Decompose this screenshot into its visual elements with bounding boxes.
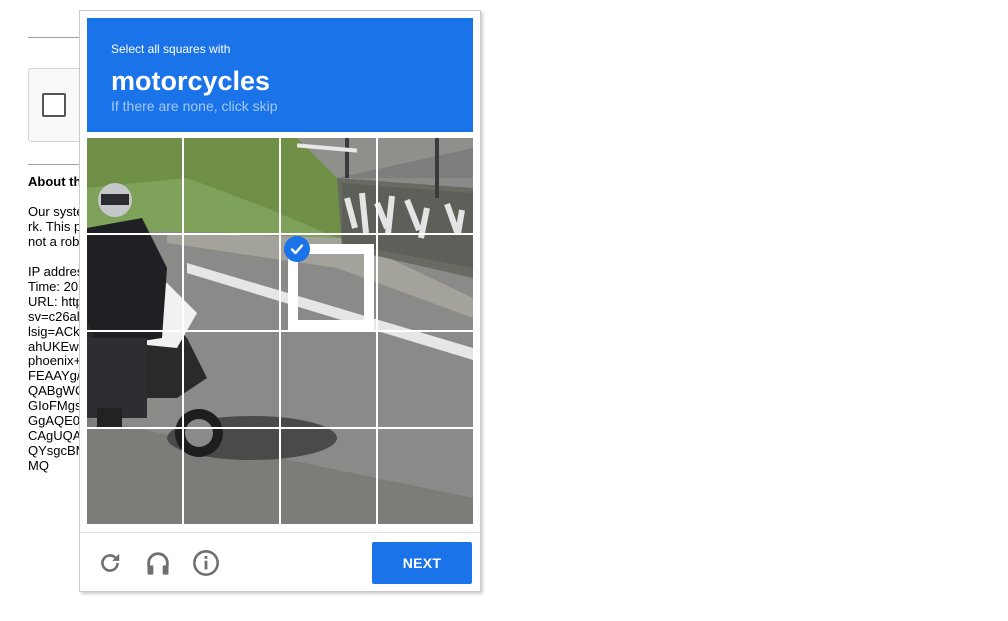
reload-icon [101,553,120,572]
audio-icon [147,552,169,575]
info-line: FEAAYg/ [28,368,80,384]
instruction-text: Select all squares with [111,42,231,56]
grid-tile-9[interactable] [87,332,183,428]
captcha-challenge-popup: Select all squares with motorcycles If t… [79,10,481,592]
challenge-header: Select all squares with motorcycles If t… [87,18,473,132]
audio-challenge-button[interactable] [143,548,173,578]
grid-tile-12[interactable] [378,332,473,428]
grid-tile-13[interactable] [87,429,183,524]
grid-line [87,330,473,332]
info-line: phoenix+ [28,353,80,369]
skip-hint: If there are none, click skip [111,98,278,114]
grid-tile-6[interactable] [184,235,280,331]
about-heading: About th [28,175,80,189]
grid-line [87,427,473,429]
info-line: GgAQE0 [28,413,80,429]
next-button[interactable]: NEXT [372,542,472,584]
image-grid [87,138,473,524]
info-line: Time: 20 [28,278,79,294]
grid-tile-1[interactable] [87,138,183,234]
info-icon [193,550,219,576]
footer-divider [80,532,480,533]
grid-tile-8[interactable] [378,235,473,331]
im-not-a-robot-checkbox[interactable] [42,93,66,117]
checkmark-icon [284,236,310,262]
info-line: IP addres [28,265,80,279]
paragraph-line: Our syste [28,205,80,219]
grid-line [87,233,473,235]
grid-tile-14[interactable] [184,429,280,524]
grid-tile-10[interactable] [184,332,280,428]
grid-tile-2[interactable] [184,138,280,234]
grid-tile-16[interactable] [378,429,473,524]
info-line: GIoFMgs [28,398,80,414]
grid-tile-15[interactable] [281,429,377,524]
info-line: MQ [28,457,49,473]
target-object-label: motorcycles [111,66,271,96]
info-line: lsig=ACk [28,323,80,339]
info-line: sv=c26al [28,308,80,324]
info-line: CAgUQA [28,427,80,443]
info-line: URL: http [28,293,80,309]
grid-tile-4[interactable] [378,138,473,234]
reload-challenge-button[interactable] [95,548,125,578]
paragraph-line: rk. This p [28,218,80,234]
info-line: QABgWC [28,383,80,399]
grid-tile-5[interactable] [87,235,183,331]
about-paragraph: Our syste rk. This p not a rob [28,205,80,250]
info-line: ahUKEw [28,338,79,354]
grid-tile-3[interactable] [281,138,377,234]
grid-tile-11[interactable] [281,332,377,428]
info-line: QYsgcBM [28,442,80,458]
help-button[interactable] [191,548,221,578]
paragraph-line: not a rob [28,233,80,249]
request-info: IP addres Time: 20 URL: http sv=c26al ls… [28,265,80,474]
